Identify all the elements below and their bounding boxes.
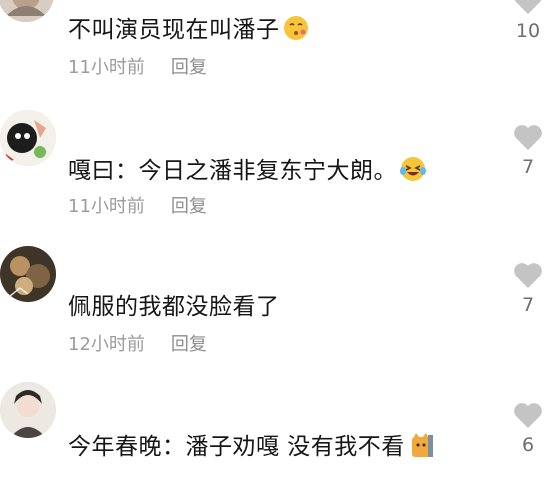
comment-text: 佩服的我都没脸看了 bbox=[68, 294, 280, 320]
like-count: 7 bbox=[521, 294, 535, 316]
like-group: 6 bbox=[510, 402, 546, 456]
timestamp: 11小时前 bbox=[68, 57, 145, 78]
like-count: 7 bbox=[521, 156, 535, 178]
comment-text: 嘎曰：今日之潘非复东宁大朗。 bbox=[68, 151, 427, 185]
avatar[interactable] bbox=[0, 0, 54, 22]
like-count: 6 bbox=[521, 434, 535, 456]
heart-icon[interactable] bbox=[513, 124, 543, 151]
comment-meta bbox=[68, 466, 94, 487]
emoji-cat-icon bbox=[407, 431, 435, 459]
heart-icon[interactable] bbox=[513, 0, 543, 15]
comment-meta: 11小时前 回复 bbox=[68, 192, 207, 218]
like-group: 7 bbox=[510, 262, 546, 316]
reply-button[interactable]: 回复 bbox=[171, 334, 207, 355]
timestamp: 11小时前 bbox=[68, 196, 145, 217]
timestamp: 12小时前 bbox=[68, 334, 145, 355]
comment-text: 不叫演员现在叫潘子 bbox=[68, 10, 310, 44]
comment-text: 今年春晚：潘子劝嘎 没有我不看 bbox=[68, 427, 435, 461]
emoji-kiss-icon bbox=[282, 14, 310, 42]
comment-meta: 11小时前 回复 bbox=[68, 53, 207, 79]
comment-meta: 12小时前 回复 bbox=[68, 330, 207, 356]
reply-button[interactable]: 回复 bbox=[171, 196, 207, 217]
avatar[interactable] bbox=[0, 246, 56, 302]
like-group: 10 bbox=[510, 0, 546, 42]
avatar[interactable] bbox=[0, 382, 56, 438]
avatar[interactable] bbox=[0, 110, 56, 166]
heart-icon[interactable] bbox=[513, 402, 543, 429]
reply-button[interactable]: 回复 bbox=[171, 57, 207, 78]
heart-icon[interactable] bbox=[513, 262, 543, 289]
like-count: 10 bbox=[515, 20, 541, 42]
like-group: 7 bbox=[510, 124, 546, 178]
emoji-laughing-tears-icon bbox=[399, 155, 427, 183]
